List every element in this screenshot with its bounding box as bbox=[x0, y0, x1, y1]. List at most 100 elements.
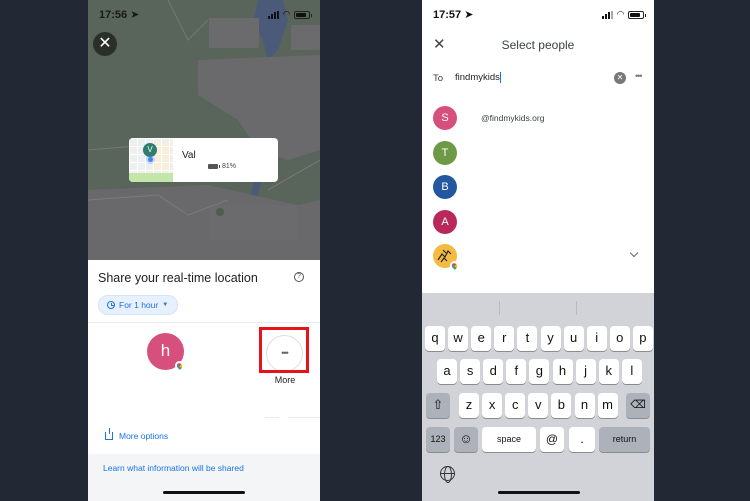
wifi-icon: ◠ bbox=[617, 9, 624, 19]
recipient-input-value: findmykids bbox=[455, 72, 500, 84]
at-key[interactable]: @ bbox=[540, 427, 564, 452]
avatar-initial: S bbox=[441, 112, 449, 124]
google-maps-badge-icon bbox=[175, 361, 184, 370]
status-icons: ◠ bbox=[268, 9, 312, 20]
suggestion-avatar-s[interactable]: S bbox=[433, 106, 457, 130]
battery-icon bbox=[208, 164, 220, 169]
key-e[interactable]: e bbox=[471, 326, 492, 351]
battery-icon bbox=[628, 10, 646, 19]
key-t[interactable]: t bbox=[517, 326, 538, 351]
key-b[interactable]: b bbox=[551, 393, 572, 418]
battery-icon bbox=[294, 10, 312, 19]
key-m[interactable]: m bbox=[597, 393, 618, 418]
text-cursor bbox=[499, 72, 501, 83]
share-location-sheet: Share your real-time location ? For 1 ho… bbox=[88, 260, 320, 501]
avatar-initial: A bbox=[441, 216, 449, 228]
battery-percent: 81% bbox=[222, 163, 237, 170]
to-label: To bbox=[433, 73, 444, 84]
location-card[interactable]: V Val 81% bbox=[129, 138, 278, 182]
right-phone-screen: 17:57 ➤ ◠ ✕ Select people To findmykids … bbox=[422, 0, 654, 501]
key-o[interactable]: o bbox=[609, 326, 630, 351]
key-z[interactable]: z bbox=[459, 393, 479, 418]
page-title: Select people bbox=[501, 38, 575, 52]
map-graphic bbox=[88, 0, 320, 260]
caret-down-icon: ▼ bbox=[162, 302, 169, 308]
key-a[interactable]: a bbox=[437, 359, 457, 384]
key-k[interactable]: k bbox=[598, 359, 619, 384]
key-c[interactable]: c bbox=[505, 393, 526, 418]
more-options-label: More options bbox=[119, 431, 169, 441]
key-d[interactable]: d bbox=[483, 359, 504, 384]
return-key[interactable]: return bbox=[599, 427, 650, 452]
key-f[interactable]: f bbox=[506, 359, 527, 384]
left-phone-screen: 17:56 ➤ ◠ ✕ V Val 81% Share your real-ti… bbox=[88, 0, 320, 501]
status-bar: 17:57 ➤ ◠ bbox=[422, 0, 654, 28]
keyboard: qwertyuiop asdfghjkl zxcvbnm ⇧ ⌫ 123 ☺ spa… bbox=[422, 293, 654, 501]
key-s[interactable]: s bbox=[460, 359, 481, 384]
status-time: 17:56 ➤ bbox=[99, 9, 140, 21]
suggestion-avatar-t[interactable]: T bbox=[433, 141, 457, 165]
chevron-down-icon[interactable] bbox=[629, 248, 639, 258]
key-i[interactable]: i bbox=[586, 326, 607, 351]
duration-label: For 1 hour bbox=[119, 300, 159, 310]
key-q[interactable]: q bbox=[425, 326, 445, 351]
help-circle-icon[interactable]: ? bbox=[294, 272, 304, 282]
contact-initial: h bbox=[160, 341, 171, 360]
more-label: More bbox=[274, 375, 296, 385]
select-people-screen: 17:57 ➤ ◠ ✕ Select people To findmykids … bbox=[422, 0, 654, 292]
google-maps-badge-icon bbox=[450, 261, 459, 270]
location-person-name: Val bbox=[182, 150, 196, 161]
cellular-signal-icon bbox=[602, 10, 614, 19]
key-y[interactable]: y bbox=[540, 326, 561, 351]
share-icon bbox=[105, 428, 113, 440]
numbers-key[interactable]: 123 bbox=[426, 427, 450, 452]
backspace-key[interactable]: ⌫ bbox=[626, 393, 650, 418]
key-j[interactable]: j bbox=[575, 359, 596, 384]
globe-icon[interactable] bbox=[440, 466, 455, 483]
dot-key[interactable]: . bbox=[569, 427, 595, 452]
suggestion-email[interactable]: @findmykids.org bbox=[481, 113, 544, 123]
emoji-key[interactable]: ☺ bbox=[454, 427, 478, 452]
key-x[interactable]: x bbox=[482, 393, 503, 418]
key-v[interactable]: v bbox=[528, 393, 549, 418]
key-r[interactable]: r bbox=[494, 326, 515, 351]
suggestion-avatar-b[interactable]: B bbox=[433, 175, 457, 199]
keyboard-suggestion-bar bbox=[422, 293, 654, 319]
suggestion-avatar-a[interactable]: A bbox=[433, 210, 457, 234]
more-options-button[interactable]: More options bbox=[105, 428, 169, 441]
sheet-title: Share your real-time location bbox=[98, 271, 258, 285]
learn-more-link[interactable]: Learn what information will be shared bbox=[103, 463, 244, 473]
wifi-icon: ◠ bbox=[283, 9, 290, 19]
key-h[interactable]: h bbox=[552, 359, 573, 384]
cellular-signal-icon bbox=[268, 10, 280, 19]
key-u[interactable]: u bbox=[563, 326, 584, 351]
home-indicator bbox=[163, 491, 245, 494]
shift-key[interactable]: ⇧ bbox=[426, 393, 450, 418]
home-indicator bbox=[498, 491, 580, 494]
location-battery: 81% bbox=[208, 163, 236, 170]
scroll-indicator bbox=[238, 417, 320, 418]
avatar-initial: T bbox=[441, 147, 449, 159]
location-pin-avatar: V bbox=[143, 143, 157, 157]
ellipsis-icon[interactable]: ••• bbox=[635, 71, 643, 81]
map-view[interactable]: 17:56 ➤ ◠ ✕ V Val 81% bbox=[88, 0, 320, 260]
clear-icon[interactable]: ✕ bbox=[614, 72, 626, 84]
clock-icon bbox=[107, 301, 115, 309]
location-mini-map: V bbox=[129, 138, 173, 182]
footer: Learn what information will be shared bbox=[88, 454, 320, 501]
space-key[interactable]: space bbox=[482, 427, 536, 452]
key-l[interactable]: l bbox=[621, 359, 642, 384]
status-time: 17:57 ➤ bbox=[433, 9, 474, 21]
status-icons: ◠ bbox=[602, 9, 646, 20]
status-bar: 17:56 ➤ ◠ bbox=[88, 0, 320, 28]
duration-chip[interactable]: For 1 hour ▼ bbox=[98, 295, 179, 315]
key-n[interactable]: n bbox=[574, 393, 595, 418]
avatar-initial: B bbox=[441, 181, 449, 193]
location-dot bbox=[148, 157, 153, 162]
recipient-input[interactable]: findmykids bbox=[455, 72, 605, 83]
key-w[interactable]: w bbox=[448, 326, 469, 351]
key-p[interactable]: p bbox=[632, 326, 653, 351]
close-icon[interactable]: ✕ bbox=[93, 32, 117, 56]
key-g[interactable]: g bbox=[529, 359, 550, 384]
divider bbox=[88, 322, 320, 323]
